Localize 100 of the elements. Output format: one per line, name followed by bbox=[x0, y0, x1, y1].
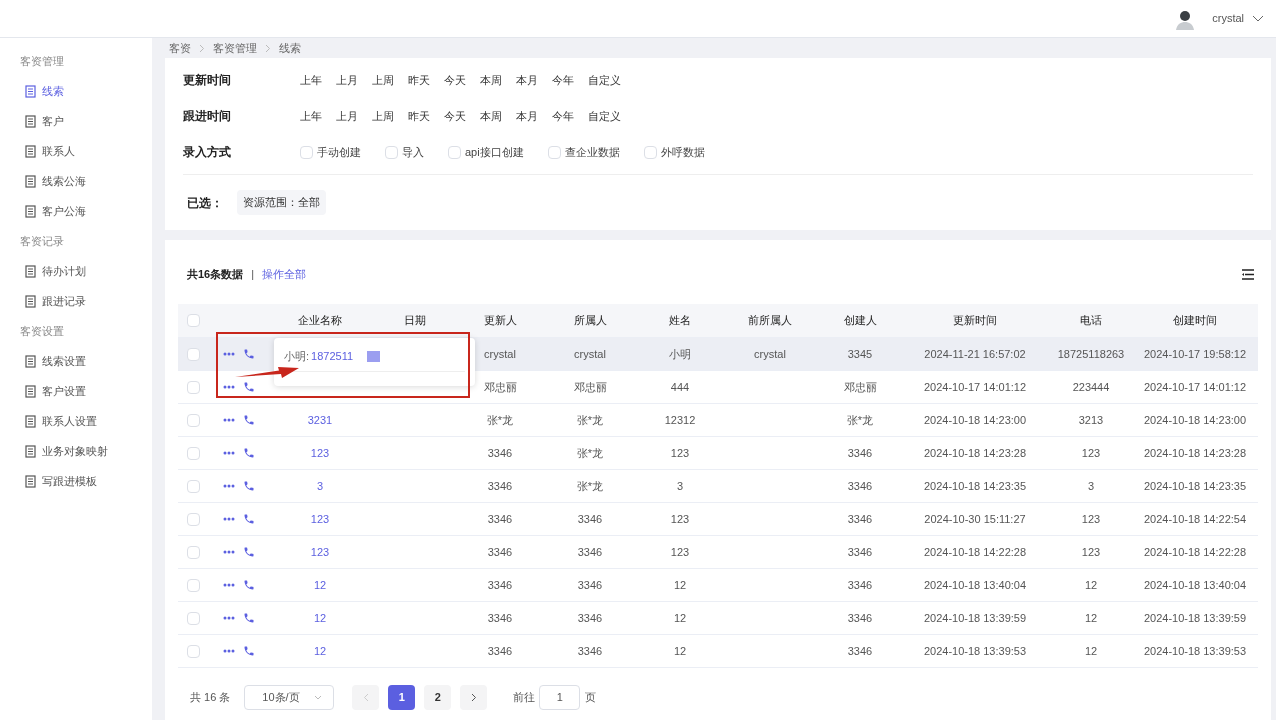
checkbox[interactable] bbox=[547, 145, 561, 159]
document-icon bbox=[25, 384, 36, 398]
filter-option[interactable]: 本月 bbox=[516, 107, 552, 125]
phone-icon[interactable] bbox=[243, 645, 255, 657]
filter-option[interactable]: 上年 bbox=[300, 107, 336, 125]
checkbox[interactable] bbox=[186, 314, 200, 327]
table-cell-text: 3 bbox=[676, 478, 684, 494]
more-icon[interactable] bbox=[223, 583, 235, 587]
filter-option[interactable]: 本周 bbox=[480, 107, 516, 125]
breadcrumb-item[interactable]: 线索 bbox=[279, 39, 301, 57]
filter-option[interactable]: 本周 bbox=[480, 71, 516, 89]
sidebar-item[interactable]: 线索设置 bbox=[0, 346, 152, 376]
table-cell-text: 3346 bbox=[577, 643, 603, 659]
chevron-down-icon[interactable] bbox=[1252, 14, 1264, 23]
company-link[interactable]: 3231 bbox=[307, 411, 333, 429]
filter-checkbox-option[interactable]: 查企业数据 bbox=[547, 143, 620, 161]
table-cell-text: 123 bbox=[670, 544, 690, 560]
sidebar-item[interactable]: 写跟进模板 bbox=[0, 466, 152, 496]
page-button[interactable]: 2 bbox=[424, 684, 452, 710]
checkbox[interactable] bbox=[186, 611, 200, 625]
sidebar-item[interactable]: 客户 bbox=[0, 106, 152, 136]
phone-icon[interactable] bbox=[243, 447, 255, 459]
more-icon[interactable] bbox=[223, 385, 235, 389]
table-cell-text: 3213 bbox=[1078, 412, 1104, 428]
filter-checkbox-option[interactable]: 外呼数据 bbox=[643, 143, 705, 161]
phone-icon[interactable] bbox=[243, 480, 255, 492]
filter-checkbox-option[interactable]: api接口创建 bbox=[448, 143, 524, 161]
more-icon[interactable] bbox=[223, 352, 235, 356]
filter-option[interactable]: 今天 bbox=[444, 107, 480, 125]
sidebar-item[interactable]: 联系人 bbox=[0, 136, 152, 166]
column-settings-icon[interactable] bbox=[1241, 268, 1254, 280]
phone-icon[interactable] bbox=[243, 381, 255, 393]
operate-all-link[interactable]: 操作全部 bbox=[262, 265, 307, 283]
company-link[interactable]: 123 bbox=[310, 510, 330, 528]
company-link[interactable]: 123 bbox=[310, 543, 330, 561]
filter-option[interactable]: 上月 bbox=[336, 107, 372, 125]
more-icon[interactable] bbox=[223, 616, 235, 620]
phone-icon[interactable] bbox=[243, 546, 255, 558]
company-link[interactable]: 3 bbox=[316, 477, 324, 495]
company-link[interactable]: 12 bbox=[313, 642, 327, 660]
filter-checkbox-option[interactable]: 手动创建 bbox=[300, 143, 361, 161]
filter-option[interactable]: 今年 bbox=[552, 71, 588, 89]
filter-option[interactable]: 上周 bbox=[372, 107, 408, 125]
sidebar-item[interactable]: 联系人设置 bbox=[0, 406, 152, 436]
checkbox[interactable] bbox=[385, 145, 398, 159]
filter-option[interactable]: 今年 bbox=[552, 107, 588, 125]
checkbox[interactable] bbox=[186, 347, 200, 361]
checkbox[interactable] bbox=[448, 145, 461, 159]
user-name[interactable]: crystal bbox=[1212, 10, 1244, 27]
breadcrumb-item[interactable]: 客资管理 bbox=[213, 39, 257, 57]
checkbox[interactable] bbox=[643, 145, 657, 159]
filter-option[interactable]: 昨天 bbox=[408, 71, 444, 89]
checkbox[interactable] bbox=[186, 644, 200, 658]
page-size-select[interactable]: 10条/页 bbox=[244, 684, 335, 710]
filter-checkbox-option[interactable]: 导入 bbox=[385, 143, 424, 161]
more-icon[interactable] bbox=[223, 649, 235, 653]
sidebar-item[interactable]: 客户设置 bbox=[0, 376, 152, 406]
sidebar-item[interactable]: 业务对象映射 bbox=[0, 436, 152, 466]
more-icon[interactable] bbox=[223, 484, 235, 488]
more-icon[interactable] bbox=[223, 550, 235, 554]
sidebar-item[interactable]: 线索 bbox=[0, 76, 152, 106]
filter-option[interactable]: 自定义 bbox=[588, 107, 624, 125]
phone-icon[interactable] bbox=[243, 348, 255, 360]
more-icon[interactable] bbox=[223, 451, 235, 455]
document-icon bbox=[25, 354, 36, 368]
page-button[interactable]: 1 bbox=[388, 684, 416, 710]
checkbox[interactable] bbox=[186, 413, 200, 427]
checkbox[interactable] bbox=[186, 479, 200, 493]
filter-option[interactable]: 昨天 bbox=[408, 107, 444, 125]
sidebar-item[interactable]: 客户公海 bbox=[0, 196, 152, 226]
checkbox[interactable] bbox=[186, 578, 200, 592]
company-link[interactable]: 12 bbox=[313, 576, 327, 594]
sidebar-item[interactable]: 待办计划 bbox=[0, 256, 152, 286]
filter-option[interactable]: 上年 bbox=[300, 71, 336, 89]
filter-option[interactable]: 自定义 bbox=[588, 71, 624, 89]
table-cell-text: 邓忠丽 bbox=[843, 379, 877, 395]
filter-option[interactable]: 本月 bbox=[516, 71, 552, 89]
checkbox[interactable] bbox=[186, 512, 200, 526]
goto-page-field[interactable]: 1 bbox=[539, 684, 581, 710]
filter-option[interactable]: 上周 bbox=[372, 71, 408, 89]
phone-icon[interactable] bbox=[243, 414, 255, 426]
phone-icon[interactable] bbox=[243, 612, 255, 624]
phone-icon[interactable] bbox=[243, 579, 255, 591]
checkbox[interactable] bbox=[186, 380, 200, 394]
phone-icon[interactable] bbox=[243, 513, 255, 525]
filter-tag[interactable]: 资源范围：全部 bbox=[237, 190, 326, 215]
phone-link[interactable]: 1872511 bbox=[311, 348, 354, 365]
filter-option[interactable]: 今天 bbox=[444, 71, 480, 89]
table-cell-text: 2024-10-18 13:39:59 bbox=[923, 610, 1027, 626]
checkbox[interactable] bbox=[186, 545, 200, 559]
sidebar-item[interactable]: 跟进记录 bbox=[0, 286, 152, 316]
company-link[interactable]: 12 bbox=[313, 609, 327, 627]
more-icon[interactable] bbox=[223, 517, 235, 521]
filter-option[interactable]: 上月 bbox=[336, 71, 372, 89]
checkbox[interactable] bbox=[300, 145, 313, 159]
sidebar-item[interactable]: 线索公海 bbox=[0, 166, 152, 196]
more-icon[interactable] bbox=[223, 418, 235, 422]
company-link[interactable]: 123 bbox=[310, 444, 330, 462]
checkbox[interactable] bbox=[186, 446, 200, 460]
breadcrumb-item[interactable]: 客资 bbox=[169, 39, 191, 57]
